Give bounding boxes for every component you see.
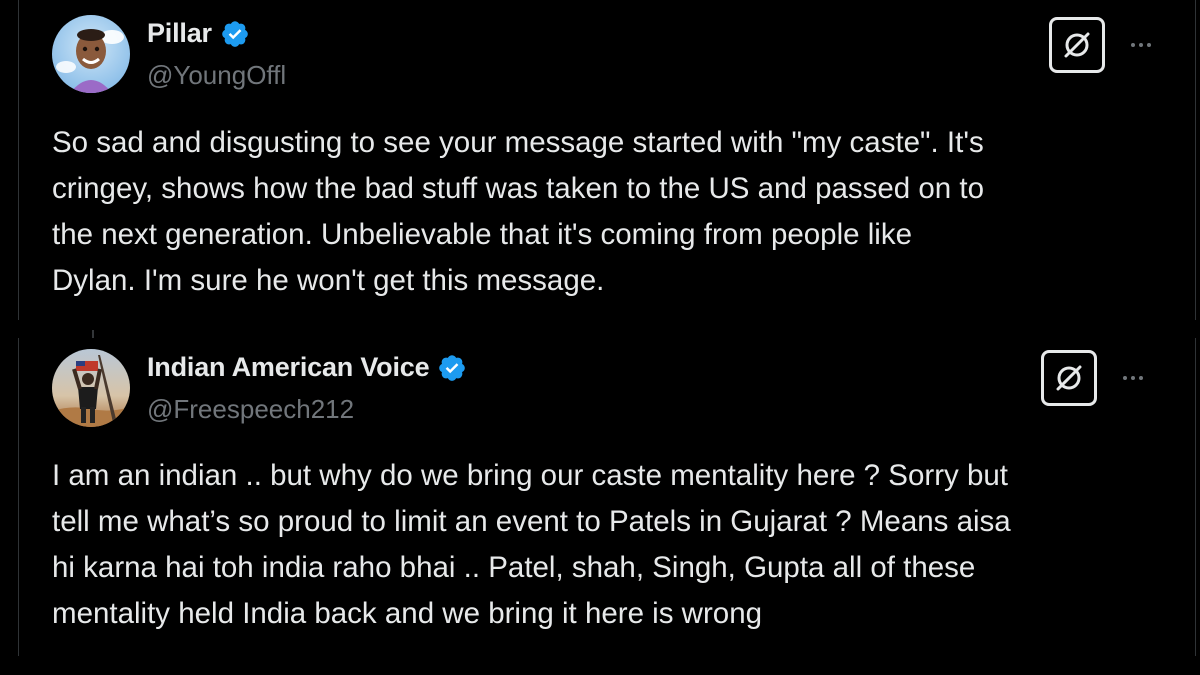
grok-button[interactable] [1041,350,1097,406]
author-handle[interactable]: @Freespeech212 [147,394,354,425]
more-options-icon [1139,43,1143,47]
tweet-text: I am an indian .. but why do we bring ou… [52,459,1011,630]
more-options-icon [1131,376,1135,380]
verified-badge-icon[interactable] [220,19,250,49]
avatar-image [52,349,130,427]
author-handle[interactable]: @YoungOffl [147,60,286,91]
author-name-row: Pillar [147,18,250,49]
author-name-row: Indian American Voice [147,352,467,383]
more-options-button[interactable] [1113,368,1153,388]
grok-icon [1056,365,1082,391]
avatar[interactable] [52,15,130,93]
more-options-icon [1131,43,1135,47]
avatar[interactable] [52,349,130,427]
tweet-card[interactable]: Pillar @YoungOffl So sad and disgusting … [18,0,1196,320]
tweet-text: So sad and disgusting to see your messag… [52,126,985,297]
grok-icon [1064,32,1090,58]
author-display-name[interactable]: Pillar [147,18,212,49]
more-options-icon [1123,376,1127,380]
more-options-icon [1147,43,1151,47]
more-options-button[interactable] [1121,35,1161,55]
avatar-image [52,15,130,93]
grok-button[interactable] [1049,17,1105,73]
author-display-name[interactable]: Indian American Voice [147,352,430,383]
more-options-icon [1139,376,1143,380]
verified-badge-icon[interactable] [437,353,467,383]
screenshot-canvas: Pillar @YoungOffl So sad and disgusting … [0,0,1200,675]
tweet-card[interactable]: Indian American Voice @Freespeech212 I a… [18,338,1196,656]
thread-connector [92,330,94,338]
